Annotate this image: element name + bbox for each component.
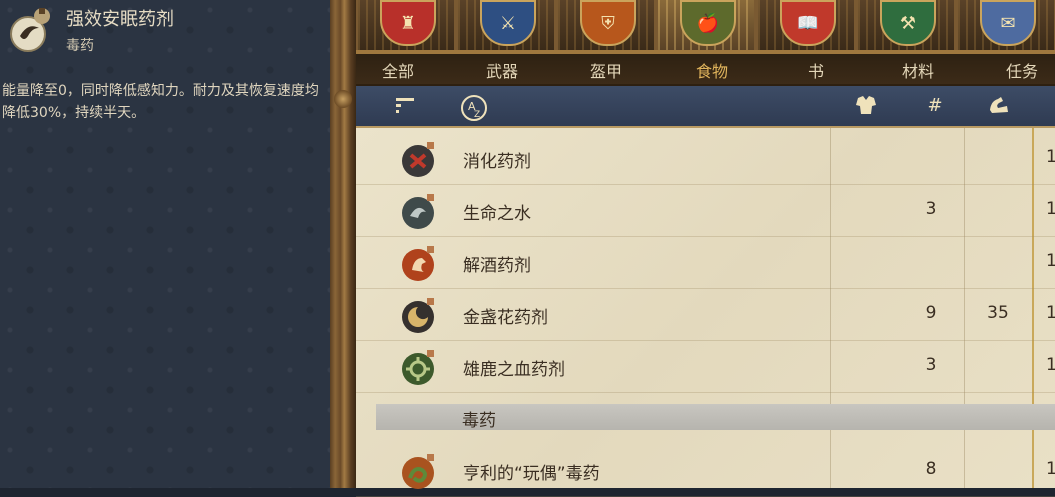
item-col3: 1 [1046, 459, 1055, 479]
sort-type-icon[interactable] [392, 94, 418, 118]
food-icon: 🍎 [680, 0, 736, 46]
tab-weapons[interactable]: ⚔ [456, 0, 556, 50]
item-col1: 3 [925, 355, 937, 375]
tab-label-armor[interactable]: 盔甲 [566, 58, 646, 82]
tab-quests[interactable]: ✉ [956, 0, 1055, 50]
tab-label-all[interactable]: 全部 [358, 58, 438, 82]
item-col1: 8 [925, 459, 937, 479]
quest-icon: ✉ [980, 0, 1036, 46]
armor-icon: ⛨ [580, 0, 636, 46]
sort-count-icon[interactable]: # [922, 94, 948, 118]
sort-alpha-icon[interactable]: AZ [460, 94, 488, 121]
group-label: 毒药 [462, 411, 496, 431]
item-info-panel: 强效安眠药剂 毒药 能量降至0，同时降低感知力。耐力及其恢复速度均降低30%，持… [0, 0, 330, 488]
sort-weight-icon[interactable] [986, 94, 1012, 118]
digestive-potion-icon [402, 142, 434, 177]
sleeping-potion-icon [10, 8, 50, 52]
item-name: 雄鹿之血药剂 [463, 360, 565, 380]
marigold-potion-icon [402, 298, 434, 333]
tab-label-weapons[interactable]: 武器 [462, 58, 542, 82]
tab-label-materials[interactable]: 材料 [878, 58, 958, 82]
bucks-blood-icon [402, 350, 434, 385]
item-description: 能量降至0，同时降低感知力。耐力及其恢复速度均降低30%，持续半天。 [2, 83, 319, 121]
item-name: 消化药剂 [463, 152, 531, 172]
item-category: 毒药 [66, 38, 94, 54]
item-col3: 1 [1046, 199, 1055, 219]
item-name: 金盏花药剂 [463, 308, 548, 328]
tab-label-books[interactable]: 书 [776, 58, 856, 82]
list-item[interactable]: 生命之水 3 1 [356, 184, 1055, 237]
tab-labels-row: 全部 武器 盔甲 食物 书 材料 任务 [356, 54, 1055, 84]
list-item[interactable]: 亨利的“玩偶”毒药 8 1 [356, 444, 1055, 497]
aqua-vitalis-icon [402, 194, 434, 229]
list-item[interactable]: 解酒药剂 1 [356, 236, 1055, 289]
tab-label-food[interactable]: 食物 [672, 58, 752, 82]
item-col2: 35 [987, 303, 1009, 323]
tab-armor[interactable]: ⛨ [556, 0, 656, 50]
divider-ornament [334, 90, 352, 108]
tab-label-quests[interactable]: 任务 [982, 58, 1055, 82]
item-name: 解酒药剂 [463, 256, 531, 276]
panel-divider [330, 0, 356, 488]
svg-text:Z: Z [474, 110, 480, 120]
sort-quality-icon[interactable] [853, 94, 879, 118]
item-title: 强效安眠药剂 [66, 9, 174, 30]
group-header-poisons: 毒药 [376, 404, 1055, 431]
list-item[interactable]: 消化药剂 1 [356, 132, 1055, 185]
item-col1: 3 [925, 199, 937, 219]
category-tab-bar: ♜ ⚔ ⛨ 🍎 📖 ⚒ ✉ 全部 武器 盔甲 食物 书 材料 任务 [356, 0, 1055, 86]
tab-all[interactable]: ♜ [356, 0, 456, 50]
item-col3: 1 [1046, 355, 1055, 375]
hair-of-the-dog-icon [402, 246, 434, 281]
item-name: 亨利的“玩偶”毒药 [463, 464, 600, 484]
item-col3: 1 [1046, 251, 1055, 271]
sword-icon: ⚔ [480, 0, 536, 46]
tab-materials[interactable]: ⚒ [856, 0, 956, 50]
inventory-list: 消化药剂 1 生命之水 3 1 解酒药剂 1 金盏花药剂 9 35 1 雄鹿之血… [356, 128, 1055, 497]
tab-food[interactable]: 🍎 [656, 0, 756, 50]
materials-icon: ⚒ [880, 0, 936, 46]
list-item[interactable]: 雄鹿之血药剂 3 1 [356, 340, 1055, 393]
henrys-poison-icon [402, 454, 434, 489]
item-col1: 9 [925, 303, 937, 323]
tab-books[interactable]: 📖 [756, 0, 856, 50]
item-col3: 1 [1046, 303, 1055, 323]
castle-icon: ♜ [380, 0, 436, 46]
book-icon: 📖 [780, 0, 836, 46]
item-name: 生命之水 [463, 204, 531, 224]
sort-bar: AZ # [356, 86, 1055, 128]
list-item[interactable]: 金盏花药剂 9 35 1 [356, 288, 1055, 341]
item-col3: 1 [1046, 147, 1055, 167]
